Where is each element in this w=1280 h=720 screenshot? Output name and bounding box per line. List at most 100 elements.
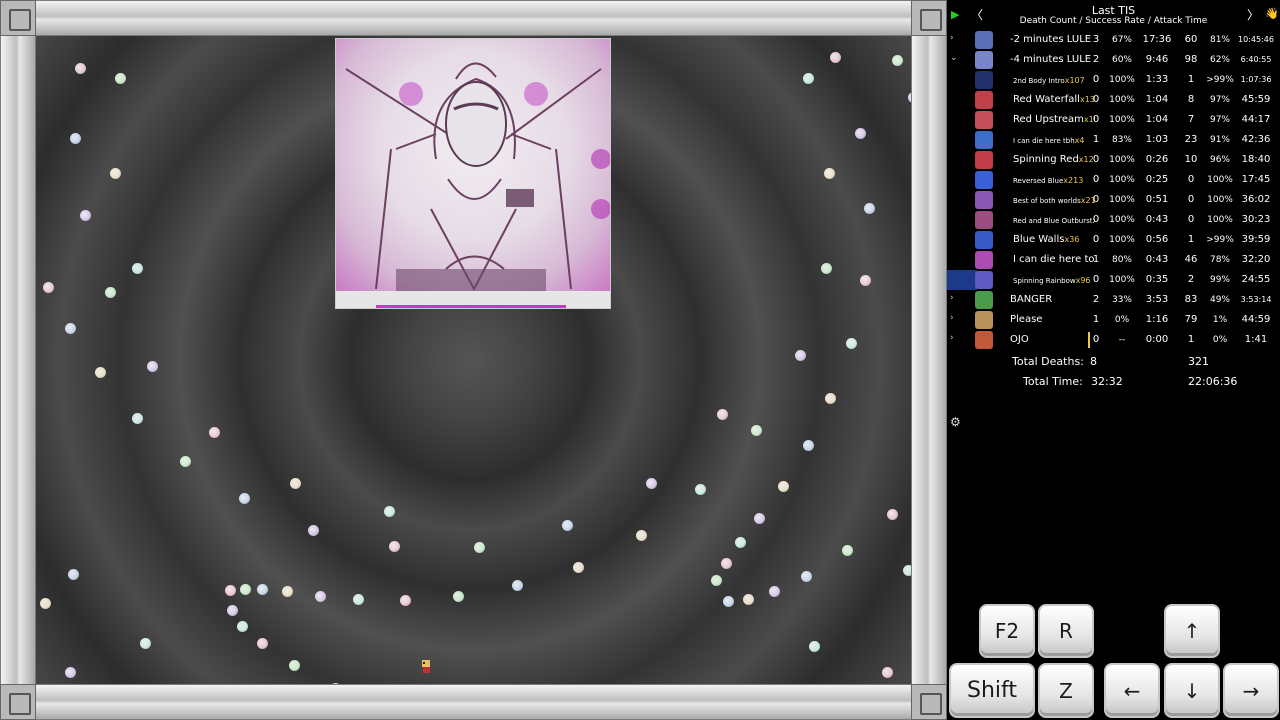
split-row[interactable]: Red Upstreamx190100%1:04797%44:17 <box>947 110 1280 130</box>
bullet <box>65 323 76 334</box>
split-success-rate: 100% <box>1109 215 1135 225</box>
split-multiplier: x4 <box>1074 136 1085 145</box>
settings-gear-icon[interactable]: ⚙ <box>950 415 961 429</box>
split-row[interactable]: Spinning Rainbowx96 0 100% 0:35 2 99% 24:55 <box>947 270 1280 290</box>
split-row[interactable]: I can die here too 1 80% 0:43 46 78% 32:20 <box>947 250 1280 270</box>
bullet <box>721 558 732 569</box>
split-success-rate: 60% <box>1111 55 1132 65</box>
bullet <box>717 409 728 420</box>
split-attack-time: 1:04 <box>1145 114 1169 125</box>
bullet <box>646 478 657 489</box>
bullet <box>282 586 293 597</box>
expander-icon[interactable]: › <box>950 313 954 323</box>
bullet <box>315 591 326 602</box>
split-attack-time: 9:46 <box>1145 54 1169 65</box>
split-row[interactable]: › BANGER 2 33% 3:53 83 49% 3:53:14 <box>947 290 1280 310</box>
split-total-deaths: 79 <box>1184 314 1198 325</box>
split-total-deaths: 10 <box>1184 154 1198 165</box>
expander-icon[interactable]: › <box>950 33 954 43</box>
key-f2: F2 <box>979 604 1035 658</box>
player-kid-sprite <box>422 660 430 673</box>
bullet <box>65 667 76 678</box>
split-total-deaths: 0 <box>1187 194 1195 205</box>
split-total-rate: 1% <box>1212 315 1228 325</box>
split-thumbnail-icon <box>975 31 993 49</box>
split-thumbnail-icon <box>975 51 993 69</box>
bullet <box>95 367 106 378</box>
total-deaths-label: Total Deaths: <box>1012 355 1084 368</box>
split-row[interactable]: ⌄ -4 minutes LULE 2 60% 9:46 98 62% 6:40:55 <box>947 50 1280 70</box>
split-row[interactable]: Spinning Redx12 0 100% 0:26 10 96% 18:40 <box>947 150 1280 170</box>
bullet <box>723 596 734 607</box>
game-area <box>0 0 947 720</box>
bullet <box>809 641 820 652</box>
bullet <box>289 660 300 671</box>
split-row[interactable]: ›-2 minutes LULEx3367%17:366081%10:45:46 <box>947 30 1280 50</box>
split-attack-time: 0:26 <box>1145 154 1169 165</box>
split-row[interactable]: Blue Wallsx36 0 100% 0:56 1 >99% 39:59 <box>947 230 1280 250</box>
bullet <box>147 361 158 372</box>
bullet <box>225 585 236 596</box>
split-name: -2 minutes LULE <box>1010 34 1092 45</box>
split-total-rate: 97% <box>1209 95 1230 105</box>
bullet <box>68 569 79 580</box>
bullet <box>821 263 832 274</box>
split-total-deaths: 23 <box>1184 134 1198 145</box>
split-deaths: 0 <box>1092 214 1100 225</box>
split-thumbnail-icon <box>975 231 993 249</box>
split-row[interactable]: Reversed Bluex213 0 100% 0:25 0 100% 17:45 <box>947 170 1280 190</box>
bullet <box>400 595 411 606</box>
split-row[interactable]: Best of both worldsx2130100%0:510100%36:… <box>947 190 1280 210</box>
bullet <box>240 584 251 595</box>
split-thumbnail-icon <box>975 271 993 289</box>
bullet <box>353 594 364 605</box>
total-time-value: 32:32 <box>1091 375 1123 388</box>
split-total-time: 10:45:46 <box>1238 35 1274 44</box>
splits-subtitle: Death Count / Success Rate / Attack Time <box>1019 16 1208 26</box>
total-time-label: Total Time: <box>1023 375 1083 388</box>
split-multiplier: x213 <box>1063 176 1084 185</box>
split-row[interactable]: Red Waterfallx13 0 100% 1:04 8 97% 45:59 <box>947 90 1280 110</box>
expander-icon[interactable]: › <box>950 293 954 303</box>
split-name: Red and Blue Outburst <box>1013 217 1093 225</box>
split-name: I can die here too <box>1013 254 1095 265</box>
split-row[interactable]: 2nd Body Introx107 0 100% 1:33 1 >99% 1:07:36 <box>947 70 1280 90</box>
bullet <box>735 537 746 548</box>
split-thumbnail-icon <box>975 151 993 169</box>
split-success-rate: -- <box>1118 335 1126 345</box>
split-total-rate: 96% <box>1209 155 1230 165</box>
bullet <box>882 667 893 678</box>
bullet <box>389 541 400 552</box>
split-attack-time: 1:03 <box>1145 134 1169 145</box>
split-name: OJO <box>1010 334 1029 345</box>
next-arrow-icon[interactable]: 〉 <box>1247 6 1259 23</box>
split-row[interactable]: Red and Blue Outburstx2130100%0:430100%3… <box>947 210 1280 230</box>
key-left-arrow: ← <box>1104 663 1160 718</box>
bullet <box>132 263 143 274</box>
split-thumbnail-icon <box>975 111 993 129</box>
expander-icon[interactable]: ⌄ <box>950 53 958 63</box>
bullet <box>110 168 121 179</box>
split-success-rate: 0% <box>1114 315 1130 325</box>
split-thumbnail-icon <box>975 171 993 189</box>
bullet <box>751 425 762 436</box>
split-total-deaths: 46 <box>1184 254 1198 265</box>
split-thumbnail-icon <box>975 91 993 109</box>
split-row[interactable]: › Please 1 0% 1:16 79 1% 44:59 <box>947 310 1280 330</box>
bullet <box>824 168 835 179</box>
frame-corner-bl <box>0 684 36 720</box>
split-total-time: 39:59 <box>1241 234 1271 245</box>
split-total-time: 36:02 <box>1241 194 1271 205</box>
split-success-rate: 83% <box>1111 135 1132 145</box>
frame-left <box>0 0 36 720</box>
split-attack-time: 1:04 <box>1145 94 1169 105</box>
split-multiplier: x96 <box>1075 276 1091 285</box>
total-deaths-all-value: 321 <box>1188 355 1209 368</box>
split-deaths: 0 <box>1092 74 1100 85</box>
split-row[interactable]: › OJO 0 -- 0:00 1 0% 1:41 <box>947 330 1280 350</box>
split-total-rate: 78% <box>1209 255 1230 265</box>
bullet <box>474 542 485 553</box>
expander-icon[interactable]: › <box>950 333 954 343</box>
split-row[interactable]: I can die here tbhx4 1 83% 1:03 23 91% 42:36 <box>947 130 1280 150</box>
split-thumbnail-icon <box>975 191 993 209</box>
